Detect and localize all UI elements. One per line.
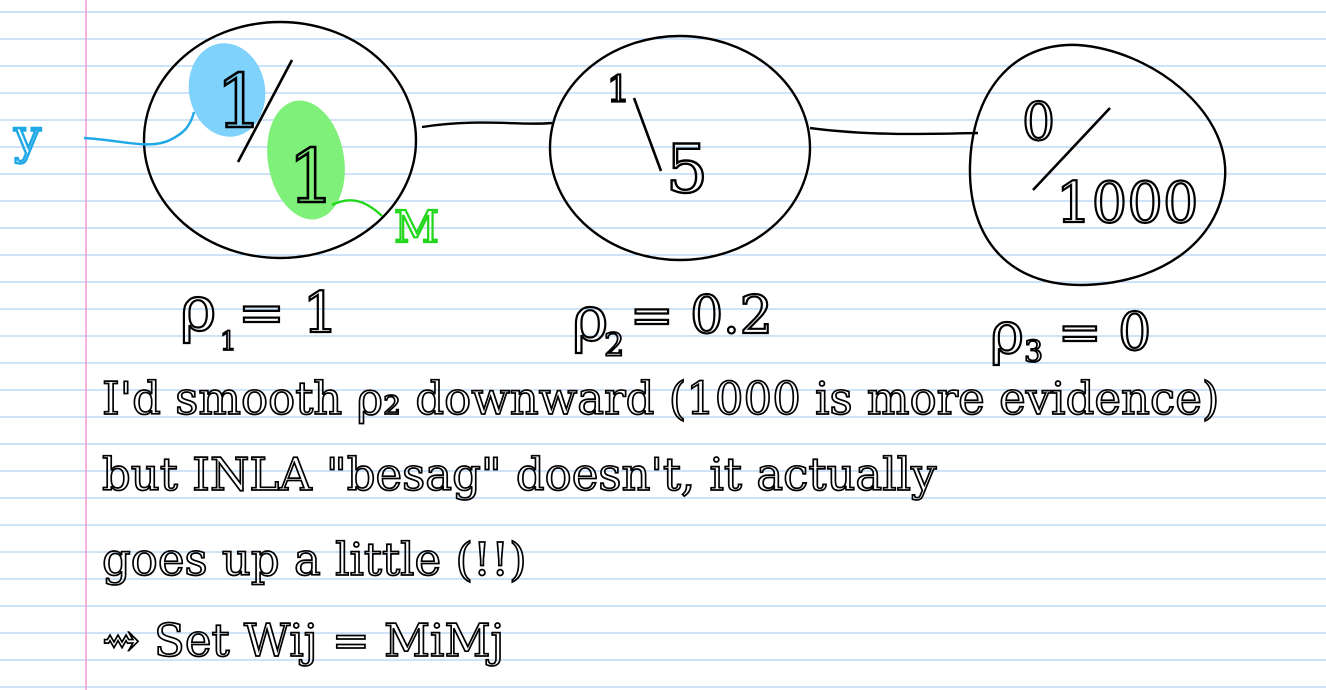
- node-2-numerator: 1: [607, 70, 630, 111]
- edge-node2-node3: [809, 126, 979, 136]
- note-line-1: I'd smooth ρ₂ downward (1000 is more evi…: [102, 372, 1219, 425]
- rho-label-1: ρ 1 = 1: [179, 271, 340, 358]
- node-2-denominator: 5: [666, 131, 708, 208]
- rho-3-value: = 0: [1058, 303, 1151, 363]
- note-line-4: ⇝ Set Wij = MiMj: [102, 614, 504, 667]
- rho-2-subscript: 2: [604, 326, 624, 364]
- note-line-2: but INLA "besag" doesn't, it actually: [102, 448, 937, 501]
- rho-1-subscript: 1: [220, 327, 237, 357]
- y-label: y: [13, 109, 41, 165]
- rho-label-2: ρ 2 = 0.2: [571, 281, 774, 365]
- rho-1-symbol: ρ: [180, 272, 216, 345]
- rho-2-symbol: ρ: [572, 282, 608, 355]
- node-1-denominator: 1: [288, 134, 335, 220]
- rho-2-value: = 0.2: [630, 286, 773, 346]
- note-line-3: goes up a little (!!): [102, 533, 527, 586]
- rho-3-subscript: 3: [1024, 335, 1043, 370]
- m-pointer-stroke: [331, 199, 383, 217]
- edge-node1-node2: [421, 121, 553, 129]
- node-2-fraction-bar: [632, 97, 663, 172]
- rho-label-3: ρ 3 = 0: [989, 298, 1152, 371]
- m-label: M: [394, 202, 439, 253]
- node-3-numerator: 0: [1022, 93, 1055, 153]
- node-3: 0 1000: [968, 43, 1227, 287]
- y-pointer-stroke: [83, 111, 196, 146]
- node-2: 1 5: [548, 34, 812, 262]
- handwritten-notes-canvas: 1 1 1 5 0 1000 y M ρ 1 = 1 ρ 2 = 0.2 ρ 3…: [0, 0, 1326, 690]
- node-1-numerator: 1: [216, 59, 263, 145]
- node-3-circle: [968, 43, 1227, 287]
- rho-1-value: = 1: [238, 281, 338, 346]
- rho-3-symbol: ρ: [990, 299, 1024, 367]
- node-1: 1 1: [142, 20, 418, 260]
- node-3-denominator: 1000: [1056, 171, 1199, 236]
